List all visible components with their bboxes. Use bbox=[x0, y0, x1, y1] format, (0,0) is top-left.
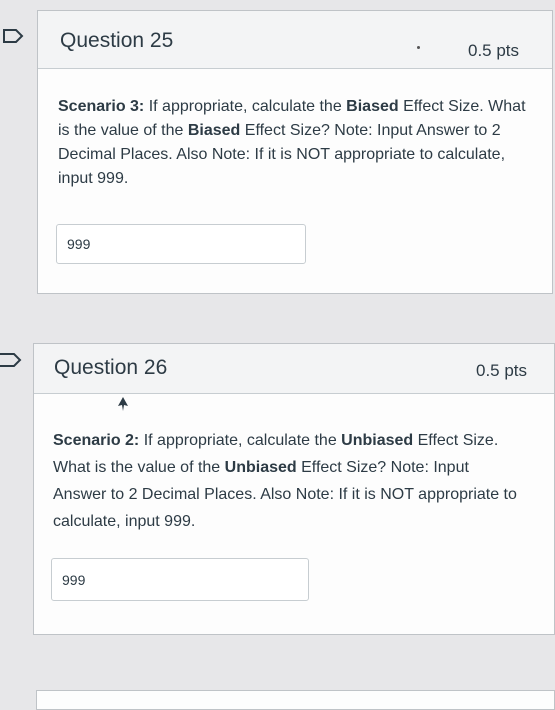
question-text-part: If appropriate, calculate the bbox=[144, 98, 347, 115]
question-points: 0.5 pts bbox=[476, 361, 528, 380]
answer-input[interactable] bbox=[51, 558, 309, 601]
scenario-label: Scenario 3: bbox=[58, 98, 145, 115]
question-26-header: Question 26 0.5 pts bbox=[34, 344, 554, 394]
question-25-card: Question 25 0.5 pts Scenario 3: If appro… bbox=[37, 10, 553, 294]
question-text-part: If appropriate, calculate the bbox=[139, 432, 342, 449]
question-text-bold: Unbiased bbox=[224, 459, 297, 476]
scenario-label: Scenario 2: bbox=[53, 432, 140, 449]
question-title: Question 25 bbox=[60, 29, 174, 52]
question-text-bold: Biased bbox=[346, 98, 399, 115]
question-text: Scenario 3: If appropriate, calculate th… bbox=[58, 95, 528, 191]
answer-input[interactable] bbox=[56, 224, 306, 264]
question-25-header: Question 25 0.5 pts bbox=[38, 11, 552, 69]
question-points: 0.5 pts bbox=[468, 41, 520, 60]
flag-icon[interactable] bbox=[0, 352, 22, 368]
question-text-bold: Unbiased bbox=[341, 432, 414, 449]
question-text: Scenario 2: If appropriate, calculate th… bbox=[53, 427, 523, 535]
decorative-dot bbox=[417, 46, 420, 49]
cursor-arrow-icon bbox=[118, 397, 128, 411]
question-text-bold: Biased bbox=[187, 122, 241, 139]
flag-icon[interactable] bbox=[2, 28, 24, 44]
question-26-card: Question 26 0.5 pts Scenario 2: If appro… bbox=[33, 343, 555, 635]
next-question-card bbox=[36, 690, 555, 710]
question-title: Question 26 bbox=[54, 356, 168, 379]
